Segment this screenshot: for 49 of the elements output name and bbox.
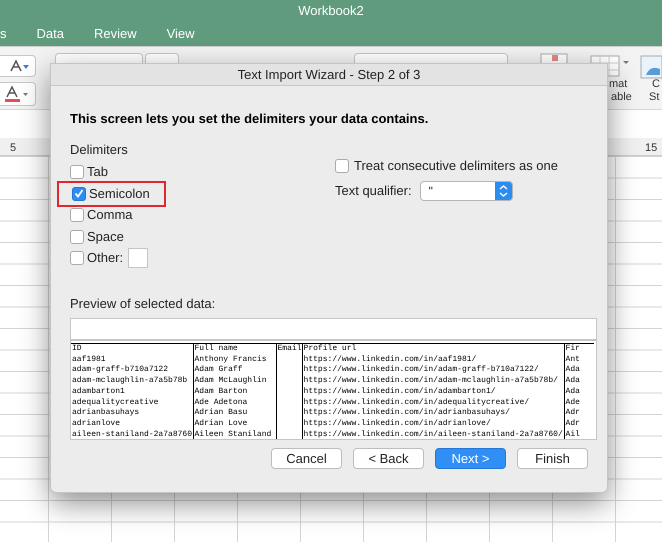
table-cell: Ada <box>566 386 580 396</box>
column-header: Full name <box>194 344 238 353</box>
table-cell: adam-mclaughlin-a7a5b78b <box>72 376 188 386</box>
text-qualifier-label: Text qualifier: <box>335 182 412 200</box>
table-cell: Ade <box>566 398 580 407</box>
column-header: ID <box>72 344 82 353</box>
table-cell: Adam Barton <box>194 386 248 396</box>
table-cell: Adrian Love <box>194 418 248 428</box>
table-cell: Ade Adetona <box>194 398 248 407</box>
table-cell: adambarton1 <box>72 386 125 396</box>
table-cell: Anthony Francis <box>194 354 267 364</box>
ribbon-label: C <box>652 78 660 91</box>
table-cell: Adr <box>566 408 580 418</box>
table-cell: Adr <box>566 418 580 428</box>
table-cell: aileen-staniland-2a7a8760 <box>72 430 192 439</box>
column-header: Fir <box>566 344 580 353</box>
table-cell: Ada <box>566 376 580 386</box>
table-cell: Ail <box>566 430 580 439</box>
table-cell: https://www.linkedin.com/in/adam-mclaughlin-a7a5b78b/ <box>304 376 558 386</box>
dialog-title: Text Import Wizard - Step 2 of 3 <box>238 66 420 84</box>
table-cell: Ada <box>566 365 580 374</box>
table-cell: adequalitycreative <box>72 398 158 407</box>
preview-label: Preview of selected data: <box>70 296 216 312</box>
table-cell: Aileen Staniland <box>194 430 272 439</box>
table-cell: Adam McLaughlin <box>194 376 267 386</box>
column-header: Profile url <box>304 344 356 353</box>
ribbon-label: St <box>649 91 660 104</box>
ribbon-label: able <box>611 91 632 104</box>
table-cell: https://www.linkedin.com/in/adrianbasuhays/ <box>304 408 510 418</box>
instruction-text: This screen lets you set the delimiters your data contains. <box>70 111 430 127</box>
table-cell: https://www.linkedin.com/in/adam-graff-b710a7122/ <box>304 365 539 374</box>
table-cell: https://www.linkedin.com/in/adequalitycreative/ <box>304 398 530 407</box>
column-header: 5 <box>10 141 16 156</box>
table-cell: https://www.linkedin.com/in/adambarton1/ <box>304 386 496 396</box>
table-cell: Adrian Basu <box>194 408 248 418</box>
table-cell: https://www.linkedin.com/in/adrianlove/ <box>304 418 491 428</box>
table-cell: aaf1981 <box>72 354 106 364</box>
column-header: Email <box>278 344 302 353</box>
column-header: 15 <box>645 141 658 156</box>
delimiters-label: Delimiters <box>70 142 129 158</box>
table-cell: Ant <box>566 354 580 364</box>
table-cell: adrianlove <box>72 418 120 428</box>
ribbon-label: mat <box>609 78 628 91</box>
window-title: Workbook2 <box>298 2 364 20</box>
table-cell: adam-graff-b710a7122 <box>72 365 168 374</box>
table-cell: https://www.linkedin.com/in/aaf1981/ <box>304 354 476 364</box>
table-cell: adrianbasuhays <box>72 408 140 418</box>
table-cell: https://www.linkedin.com/in/aileen-staniland-2a7a8760/ <box>304 430 563 439</box>
table-cell: Adam Graff <box>194 365 243 374</box>
